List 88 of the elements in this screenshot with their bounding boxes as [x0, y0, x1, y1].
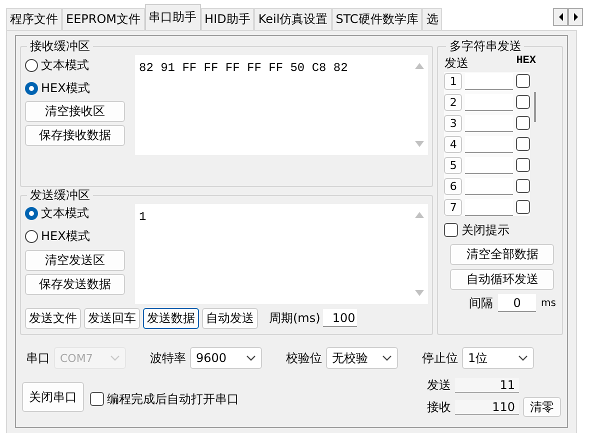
- setting-dropdown[interactable]: 无校验: [326, 347, 398, 369]
- right-arrow-icon: [572, 13, 578, 21]
- buffer-button[interactable]: 保存接收数据: [25, 125, 125, 146]
- data-text-area[interactable]: 1: [135, 204, 428, 304]
- send-string-button[interactable]: 2: [444, 94, 462, 110]
- interval-label: 间隔: [469, 294, 494, 312]
- interval-field[interactable]: 0: [498, 294, 536, 312]
- close-tips-checkbox[interactable]: 关闭提示: [444, 220, 556, 240]
- send-string-button[interactable]: 1: [444, 72, 462, 90]
- scrollbar-thumb[interactable]: [534, 92, 536, 122]
- period-label: 周期(ms): [269, 310, 320, 326]
- tab[interactable]: Keil仿真设置: [254, 8, 332, 30]
- tab[interactable]: 程序文件: [6, 8, 62, 30]
- counter-label: 发送: [427, 377, 451, 394]
- setting-dropdown[interactable]: 9600: [190, 347, 262, 369]
- string-field[interactable]: [465, 136, 514, 152]
- group-title: 接收缓冲区: [29, 38, 91, 55]
- counter-value: 110: [455, 400, 519, 414]
- chevron-icon: [110, 355, 120, 361]
- counter-label: 接收: [427, 398, 451, 416]
- hex-checkbox[interactable]: [516, 200, 530, 214]
- data-text-area[interactable]: 82 91 FF FF FF FF FF 50 C8 82: [135, 55, 428, 155]
- chevron-icon: [382, 355, 392, 361]
- send-string-button[interactable]: 3: [444, 114, 462, 132]
- up-arrow-icon: [414, 63, 424, 69]
- tab[interactable]: 串口助手: [144, 4, 201, 30]
- radio-label: HEX模式: [41, 228, 90, 245]
- string-field[interactable]: [465, 114, 514, 132]
- radio-label: 文本模式: [41, 205, 89, 222]
- hex-checkbox[interactable]: [516, 137, 530, 151]
- up-arrow-icon: [414, 212, 424, 218]
- column-header: HEX: [516, 55, 536, 69]
- multi-send-button[interactable]: 清空全部数据: [450, 244, 554, 265]
- period-field[interactable]: 100: [323, 309, 358, 327]
- column-header: 发送: [444, 55, 468, 72]
- chevron-icon: [518, 355, 528, 361]
- buffer-button[interactable]: 清空接收区: [25, 101, 125, 122]
- scroll-right-button[interactable]: [568, 8, 583, 26]
- buffer-button[interactable]: 保存发送数据: [25, 274, 125, 294]
- hex-checkbox[interactable]: [516, 179, 530, 193]
- tab[interactable]: EEPROM文件: [62, 8, 145, 30]
- send-string-button[interactable]: 4: [444, 136, 462, 152]
- scroll-left-button[interactable]: [553, 8, 568, 26]
- buffer-button[interactable]: 清空发送区: [25, 250, 125, 270]
- setting-dropdown[interactable]: 1位: [462, 347, 534, 369]
- setting-label: 校验位: [286, 350, 322, 366]
- interval-unit: ms: [541, 298, 556, 308]
- close-port-button[interactable]: 关闭串口: [22, 382, 84, 412]
- setting-label: 波特率: [150, 350, 186, 366]
- send-action-button[interactable]: 发送回车: [84, 308, 140, 328]
- tab[interactable]: STC硬件数学库: [332, 8, 422, 30]
- send-action-button[interactable]: 发送文件: [25, 308, 81, 328]
- clear-counters-button[interactable]: 清零: [523, 397, 561, 417]
- string-field[interactable]: [465, 198, 514, 216]
- string-field[interactable]: [465, 94, 514, 110]
- tab[interactable]: 选: [422, 8, 442, 30]
- checkbox-label: 编程完成后自动打开串口: [107, 390, 239, 408]
- send-action-button[interactable]: 发送数据: [143, 308, 199, 328]
- hex-checkbox[interactable]: [516, 74, 530, 88]
- send-string-button[interactable]: 7: [444, 198, 462, 216]
- setting-label: 停止位: [422, 350, 458, 366]
- group-title: 多字符串发送: [448, 38, 522, 55]
- string-field[interactable]: [465, 156, 514, 174]
- tab[interactable]: HID助手: [200, 8, 254, 30]
- string-field[interactable]: [465, 72, 514, 90]
- left-arrow-icon: [558, 13, 564, 21]
- mode-radio[interactable]: 文本模式: [25, 55, 131, 75]
- radio-label: HEX模式: [41, 80, 90, 96]
- send-action-button[interactable]: 自动发送: [202, 308, 258, 328]
- checkbox-label: 关闭提示: [461, 222, 510, 238]
- auto-open-checkbox[interactable]: 编程完成后自动打开串口: [90, 389, 239, 409]
- mode-radio[interactable]: HEX模式: [25, 226, 131, 246]
- hex-checkbox[interactable]: [516, 95, 530, 109]
- send-string-button[interactable]: 5: [444, 156, 462, 174]
- down-arrow-icon: [414, 290, 424, 296]
- chevron-icon: [246, 355, 256, 361]
- multi-send-button[interactable]: 自动循环发送: [450, 269, 554, 290]
- radio-label: 文本模式: [41, 56, 89, 74]
- send-string-button[interactable]: 6: [444, 178, 462, 194]
- hex-checkbox[interactable]: [516, 158, 530, 172]
- string-field[interactable]: [465, 178, 514, 194]
- hex-checkbox[interactable]: [516, 116, 530, 130]
- group-title: 发送缓冲区: [29, 186, 91, 204]
- counter-value: 11: [455, 378, 519, 393]
- mode-radio[interactable]: HEX模式: [25, 78, 131, 98]
- setting-label: 串口: [26, 350, 50, 366]
- mode-radio[interactable]: 文本模式: [25, 204, 131, 224]
- down-arrow-icon: [414, 141, 424, 147]
